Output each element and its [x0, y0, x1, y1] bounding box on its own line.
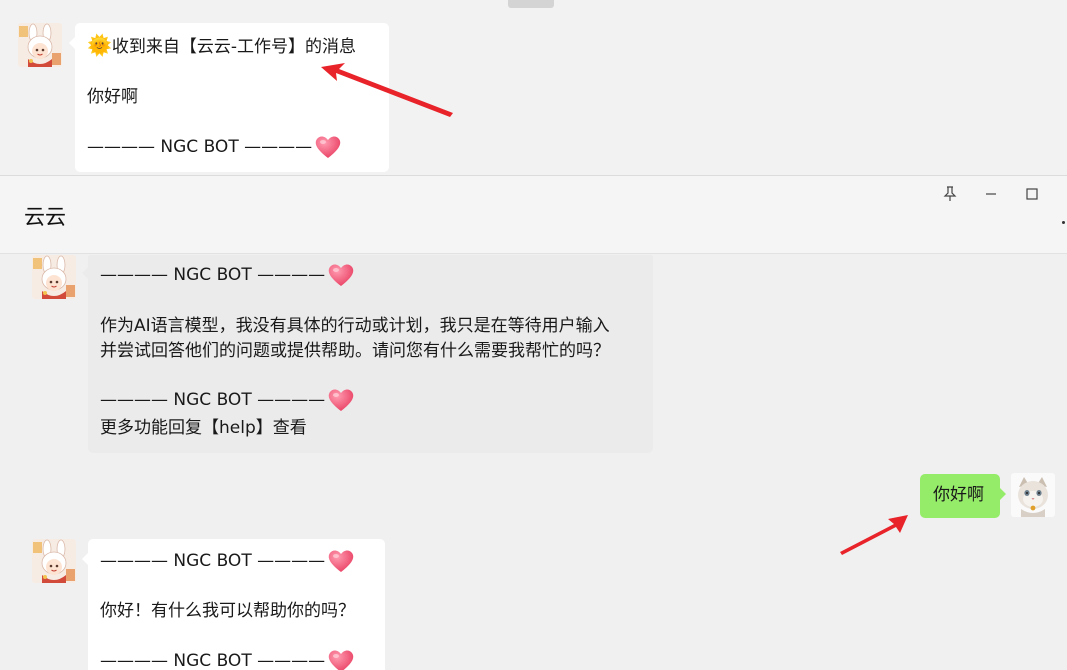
heart-icon: [314, 134, 342, 160]
signature-top-line: ———— NGC BOT ————: [100, 262, 355, 288]
sun-icon: 🌞: [87, 33, 112, 57]
pin-icon[interactable]: [936, 182, 964, 206]
heart-icon: [327, 648, 355, 670]
heart-icon: [327, 548, 355, 574]
annotation-arrow-icon: [840, 515, 908, 555]
minimize-icon[interactable]: [977, 182, 1005, 206]
signature-top-line: ———— NGC BOT ————: [100, 548, 355, 574]
bot-avatar[interactable]: [32, 539, 76, 583]
my-message-text: 你好啊: [933, 485, 984, 505]
chat-header: 云云: [0, 176, 1067, 254]
notification-title-line: 🌞收到来自【云云-工作号】的消息: [87, 33, 356, 60]
scroll-tab[interactable]: [508, 0, 554, 8]
bot-signature: ———— NGC BOT ————: [100, 390, 326, 410]
message-text: 你好！有什么我可以帮助你的吗？: [100, 601, 355, 621]
bot-message-bubble[interactable]: ———— NGC BOT ———— 你好！有什么我可以帮助你的吗？ ———— N…: [82, 539, 385, 670]
my-avatar[interactable]: [1011, 473, 1055, 517]
message-text-line-1: 作为AI语言模型，我没有具体的行动或计划，我只是在等待用户输入: [100, 316, 610, 336]
message-text-line-2: 并尝试回答他们的问题或提供帮助。请问您有什么需要我帮忙的吗？: [100, 341, 610, 361]
chat-title: 云云: [24, 205, 66, 229]
bot-signature: ———— NGC BOT ————: [100, 265, 326, 285]
bot-signature: ———— NGC BOT ————: [100, 651, 326, 670]
notification-pane: 🌞收到来自【云云-工作号】的消息 你好啊 ———— NGC BOT ————: [0, 0, 1067, 175]
notification-body: 你好啊: [87, 87, 138, 107]
notification-signature: ———— NGC BOT ————: [87, 137, 313, 157]
notification-signature-line: ———— NGC BOT ————: [87, 134, 342, 160]
my-message-bubble[interactable]: 你好啊: [920, 474, 1006, 518]
maximize-icon[interactable]: [1018, 182, 1046, 206]
signature-bottom-line: ———— NGC BOT ————: [100, 648, 355, 670]
more-options-icon[interactable]: [1062, 221, 1065, 224]
notification-title: 收到来自【云云-工作号】的消息: [111, 37, 357, 57]
signature-bottom-line: ———— NGC BOT ————: [100, 387, 355, 413]
bot-avatar[interactable]: [32, 255, 76, 299]
heart-icon: [327, 387, 355, 413]
message-list[interactable]: ———— NGC BOT ———— 作为AI语言模型，我没有具体的行动或计划，我…: [0, 255, 1067, 670]
help-hint: 更多功能回复【help】查看: [100, 418, 307, 438]
bot-signature: ———— NGC BOT ————: [100, 551, 326, 571]
bot-avatar[interactable]: [18, 23, 62, 67]
heart-icon: [327, 262, 355, 288]
notification-bubble: 🌞收到来自【云云-工作号】的消息 你好啊 ———— NGC BOT ————: [69, 23, 389, 172]
bot-message-bubble[interactable]: ———— NGC BOT ———— 作为AI语言模型，我没有具体的行动或计划，我…: [82, 255, 653, 453]
